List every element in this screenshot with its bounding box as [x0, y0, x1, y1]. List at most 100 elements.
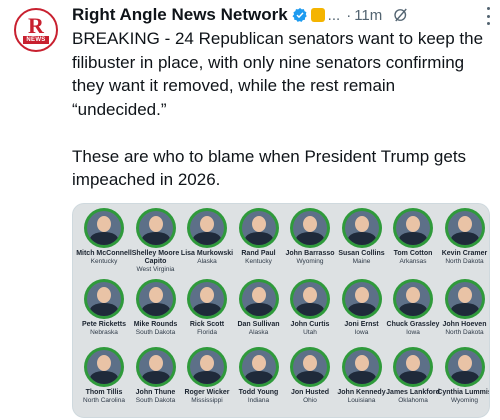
senator-name: Chuck Grassley — [386, 321, 440, 328]
senator-state: Maine — [352, 258, 371, 265]
senator-portrait — [84, 279, 124, 319]
senator-card: Rick Scott Florida — [179, 279, 235, 336]
senator-card: Chuck Grassley Iowa — [385, 279, 441, 336]
senator-name: Lisa Murkowski — [180, 250, 234, 257]
senator-portrait — [393, 279, 433, 319]
senator-card: Lisa Murkowski Alaska — [179, 208, 235, 265]
senator-card: Todd Young Indiana — [231, 347, 287, 404]
senator-card: Mike Rounds South Dakota — [128, 279, 184, 336]
senator-name: Roger Wicker — [184, 389, 230, 396]
author-name[interactable]: Right Angle News Network — [72, 5, 288, 25]
senator-portrait — [444, 208, 485, 248]
senator-name: Rand Paul — [241, 250, 276, 257]
senator-card: Rand Paul Kentucky — [231, 208, 287, 265]
senator-state: Kentucky — [90, 258, 118, 265]
senator-state: Mississippi — [191, 397, 223, 404]
senator-name: Cynthia Lummis — [437, 389, 490, 396]
senator-portrait — [341, 208, 382, 248]
senator-card: Roger Wicker Mississippi — [179, 347, 235, 404]
senator-portrait — [341, 347, 382, 387]
senator-portrait — [444, 279, 485, 319]
senator-card: Mitch McConnell Kentucky — [76, 208, 132, 265]
senator-portrait — [187, 347, 227, 387]
senator-state: Oklahoma — [398, 397, 428, 404]
senator-state: North Carolina — [83, 397, 125, 404]
senator-state: Arkansas — [399, 258, 427, 265]
separator: · — [346, 6, 352, 24]
senator-name: Dan Sullivan — [237, 321, 280, 328]
senator-state: Nebraska — [90, 329, 118, 336]
senator-portrait — [84, 347, 124, 387]
senator-state: Louisiana — [347, 397, 376, 404]
senator-card: John Barrasso Wyoming — [282, 208, 338, 265]
senator-name: John Curtis — [290, 321, 330, 328]
senator-state: West Virginia — [136, 266, 175, 273]
senator-portrait — [290, 208, 330, 248]
senator-portrait — [187, 208, 227, 248]
gold-badge-icon — [310, 8, 325, 22]
name-ellipsis: ... — [327, 6, 341, 24]
senator-portrait — [238, 208, 279, 248]
senator-name: Joni Ernst — [344, 321, 379, 328]
senator-name: Mike Rounds — [133, 321, 178, 328]
tweet-time[interactable]: 11m — [354, 7, 382, 24]
senator-name: Mitch McConnell — [76, 250, 132, 257]
senator-portrait — [444, 347, 485, 387]
senator-name: James Lankford — [386, 389, 440, 396]
senator-state: Alaska — [248, 329, 269, 336]
avatar-letter: R — [28, 13, 44, 38]
senator-state: North Dakota — [445, 258, 484, 265]
avatar-text: NEWS — [23, 36, 49, 44]
senator-card: John Hoeven North Dakota — [437, 279, 490, 336]
senator-name: John Barrasso — [285, 250, 335, 257]
senator-state: Kentucky — [245, 258, 272, 265]
senator-name: Shelley Moore Capito — [131, 250, 180, 265]
senator-state: Ohio — [303, 397, 317, 404]
grok-icon[interactable] — [392, 6, 410, 24]
senator-card: Joni Ernst Iowa — [334, 279, 390, 336]
senator-name: Todd Young — [238, 389, 279, 396]
senator-portrait — [393, 208, 433, 248]
senator-state: South Dakota — [135, 397, 176, 404]
senator-name: Kevin Cramer — [441, 250, 488, 257]
senator-portrait — [341, 279, 382, 319]
senator-name: Tom Cotton — [393, 250, 433, 257]
senator-portrait — [290, 347, 330, 387]
senator-portrait — [135, 208, 176, 248]
senator-name: Rick Scott — [189, 321, 225, 328]
senator-portrait — [84, 208, 124, 248]
senator-state: Iowa — [406, 329, 420, 336]
senator-card: Shelley Moore Capito West Virginia — [128, 208, 184, 273]
senator-state: South Dakota — [135, 329, 176, 336]
senator-card: James Lankford Oklahoma — [385, 347, 441, 404]
senator-card: Kevin Cramer North Dakota — [437, 208, 490, 265]
senator-card: Pete Ricketts Nebraska — [76, 279, 132, 336]
tweet-header: Right Angle News Network ... · 11m — [72, 2, 492, 28]
senator-name: Jon Husted — [290, 389, 330, 396]
senator-card: John Curtis Utah — [282, 279, 338, 336]
verified-icon — [292, 8, 307, 22]
more-icon[interactable] — [486, 7, 490, 25]
senator-card: Jon Husted Ohio — [282, 347, 338, 404]
senator-name: John Kennedy — [337, 389, 386, 396]
senator-name: Susan Collins — [338, 250, 385, 257]
senator-portrait — [135, 279, 176, 319]
senator-state: Wyoming — [450, 397, 479, 404]
senator-card: Cynthia Lummis Wyoming — [437, 347, 490, 404]
senator-name: Thom Tillis — [85, 389, 123, 396]
senator-portrait — [135, 347, 176, 387]
senator-state: Indiana — [247, 397, 270, 404]
tweet-paragraph-1: BREAKING - 24 Republican senators want t… — [72, 29, 484, 119]
senator-name: John Thune — [135, 389, 176, 396]
tweet-text: BREAKING - 24 Republican senators want t… — [72, 27, 492, 192]
author-avatar[interactable]: R NEWS — [14, 8, 58, 52]
senator-card: Tom Cotton Arkansas — [385, 208, 441, 265]
senator-card: Dan Sullivan Alaska — [231, 279, 287, 336]
attached-image[interactable]: Mitch McConnell Kentucky Shelley Moore Cap… — [72, 203, 490, 418]
senator-state: Wyoming — [296, 258, 324, 265]
senator-card: Susan Collins Maine — [334, 208, 390, 265]
senator-portrait — [187, 279, 227, 319]
senator-state: Iowa — [354, 329, 369, 336]
senator-portrait — [238, 347, 279, 387]
senator-state: North Dakota — [445, 329, 484, 336]
